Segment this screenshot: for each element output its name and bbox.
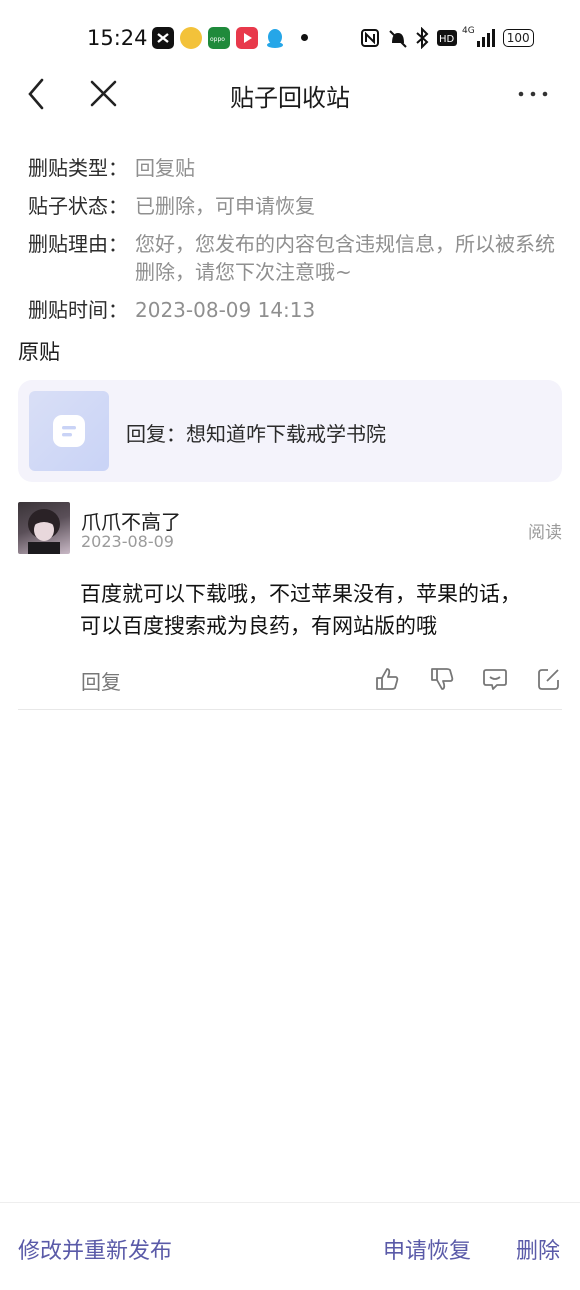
network-type: 4G <box>462 26 475 36</box>
reply-username[interactable]: 爪爪不高了 <box>81 506 181 535</box>
svg-text:HD: HD <box>439 34 455 45</box>
divider <box>18 709 562 710</box>
nfc-icon <box>361 29 379 47</box>
mascot-app-icon <box>180 27 202 49</box>
comment-icon[interactable] <box>482 666 508 692</box>
signal-icon <box>476 29 495 47</box>
reply-date: 2023-08-09 <box>81 532 174 551</box>
qq-app-icon <box>264 27 286 49</box>
battery-level: 100 <box>506 31 530 45</box>
post-placeholder-icon <box>53 415 85 447</box>
original-post-thumbnail <box>29 391 109 471</box>
nav-bar: 贴子回收站 <box>0 64 580 124</box>
svg-text:oppo: oppo <box>210 36 225 43</box>
original-post-title: 回复：想知道咋下载戒学书院 <box>126 422 386 446</box>
delete-time-label: 删贴时间： <box>28 298 128 322</box>
more-dots-icon <box>518 91 548 97</box>
bluetooth-icon <box>416 27 429 49</box>
capcut-app-icon <box>152 27 174 49</box>
avatar-image <box>28 509 60 554</box>
reply-actions: 回复 <box>0 660 580 698</box>
delete-type-value: 回复贴 <box>135 156 195 180</box>
page-title: 贴子回收站 <box>230 84 350 112</box>
status-time: 15:24 <box>87 26 148 50</box>
more-options-button[interactable] <box>516 76 552 112</box>
reply-button[interactable]: 回复 <box>81 666 121 695</box>
delete-type-label: 删贴类型： <box>28 156 128 180</box>
bottom-action-bar: 修改并重新发布 申请恢复 删除 <box>0 1202 580 1290</box>
read-button[interactable]: 阅读 <box>528 518 562 543</box>
restore-button[interactable]: 申请恢复 <box>383 1233 471 1265</box>
oppo-app-icon: oppo <box>208 27 230 49</box>
reply-content: 百度就可以下载哦，不过苹果没有，苹果的话，可以百度搜索戒为良药，有网站版的哦 <box>80 582 521 638</box>
delete-reason-value: 您好，您发布的内容包含违规信息，所以被系统删除，请您下次注意哦~ <box>135 232 555 284</box>
mute-bell-icon <box>389 30 407 48</box>
status-right-icons: HD 4G 100 <box>360 26 534 50</box>
video-app-icon <box>236 27 258 49</box>
post-status-value: 已删除，可申请恢复 <box>135 194 315 218</box>
edit-republish-button[interactable]: 修改并重新发布 <box>18 1233 172 1265</box>
delete-reason-label: 删贴理由： <box>28 232 128 256</box>
original-post-heading: 原贴 <box>18 340 60 364</box>
avatar[interactable] <box>18 502 70 554</box>
battery-indicator: 100 <box>502 29 534 47</box>
delete-button[interactable]: 删除 <box>516 1233 560 1265</box>
post-status-label: 贴子状态： <box>28 194 128 218</box>
delete-time-value: 2023-08-09 14:13 <box>135 298 316 322</box>
share-edit-icon[interactable] <box>536 666 562 692</box>
more-notifications-dot <box>301 34 308 41</box>
thumbs-up-icon[interactable] <box>374 666 400 692</box>
original-post-card[interactable]: 回复：想知道咋下载戒学书院 <box>18 380 562 482</box>
hd-icon: HD <box>437 30 457 46</box>
thumbs-down-icon[interactable] <box>429 666 455 692</box>
